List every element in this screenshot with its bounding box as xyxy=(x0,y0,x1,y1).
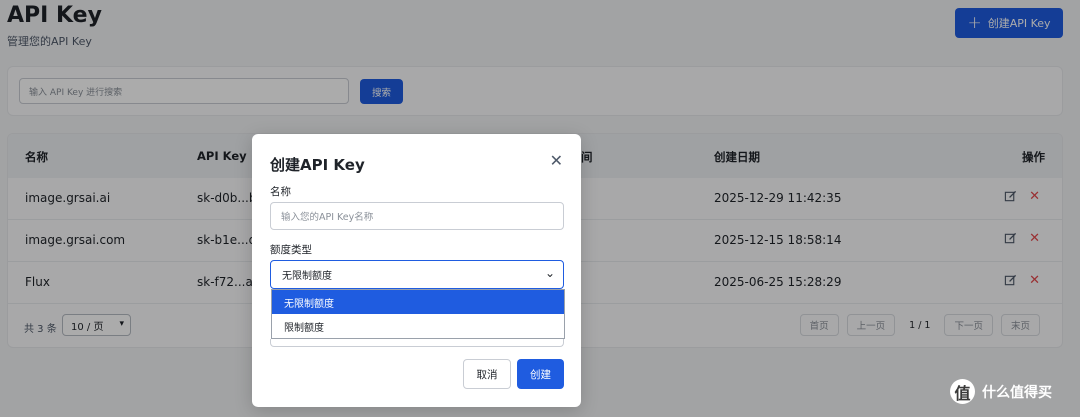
cancel-button[interactable]: 取消 xyxy=(463,359,511,389)
watermark-text: 什么值得买 xyxy=(982,384,1052,401)
dialog-title: 创建API Key xyxy=(270,156,365,174)
watermark: 值 什么值得买 xyxy=(950,379,1052,404)
name-field-label: 名称 xyxy=(270,186,291,198)
obscured-field-edge xyxy=(270,339,564,347)
create-api-key-dialog: 创建API Key ✕ 名称 输入您的API Key名称 额度类型 无限制额度 … xyxy=(252,134,581,407)
quota-type-select[interactable]: 无限制额度 ⌄ xyxy=(270,260,564,289)
chevron-down-icon: ⌄ xyxy=(544,266,555,280)
watermark-logo-icon: 值 xyxy=(950,379,975,404)
create-button[interactable]: 创建 xyxy=(517,359,564,389)
quota-option-unlimited[interactable]: 无限制额度 xyxy=(272,290,564,314)
quota-option-limited[interactable]: 限制额度 xyxy=(272,314,564,338)
name-field[interactable]: 输入您的API Key名称 xyxy=(270,202,564,230)
api-key-page: API Key 管理您的API Key + 创建API Key 输入 API K… xyxy=(0,0,1080,417)
quota-field-label: 额度类型 xyxy=(270,244,312,256)
close-icon[interactable]: ✕ xyxy=(550,153,563,169)
quota-selected-value: 无限制额度 xyxy=(282,271,332,282)
quota-dropdown-list: 无限制额度 限制额度 xyxy=(271,289,565,339)
